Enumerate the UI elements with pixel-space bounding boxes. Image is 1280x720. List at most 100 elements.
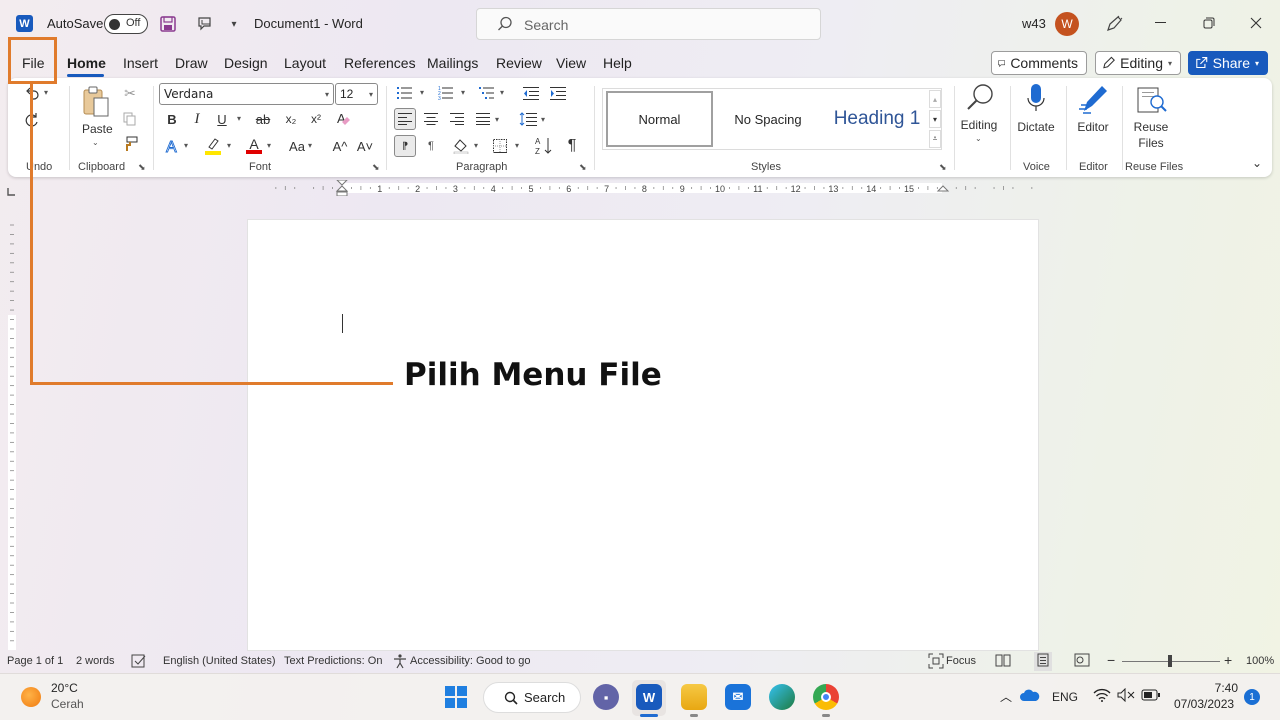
clock-time[interactable]: 7:40 — [1212, 681, 1238, 695]
designer-pen-icon[interactable] — [1102, 12, 1126, 36]
vertical-ruler[interactable] — [8, 220, 16, 650]
italic-button[interactable]: I — [189, 110, 205, 128]
page-count[interactable]: Page 1 of 1 — [7, 655, 63, 667]
microphone-icon[interactable] — [1023, 82, 1049, 116]
clear-formatting-icon[interactable]: A — [334, 110, 354, 128]
weather-description[interactable]: Cerah — [51, 697, 84, 711]
zoom-level[interactable]: 100% — [1246, 655, 1274, 667]
increase-indent-icon[interactable] — [549, 84, 567, 102]
clock-date[interactable]: 07/03/2023 — [1174, 697, 1234, 711]
zoom-out-icon[interactable]: − — [1107, 652, 1115, 668]
strikethrough-button[interactable]: ab — [253, 110, 273, 128]
tab-layout[interactable]: Layout — [284, 55, 326, 71]
tab-references[interactable]: References — [344, 55, 416, 71]
reuse-files-label-1[interactable]: Reuse — [1128, 119, 1174, 135]
paste-icon[interactable] — [80, 84, 112, 120]
tab-mailings[interactable]: Mailings — [427, 55, 478, 71]
font-color-button[interactable]: A — [245, 136, 263, 156]
shading-dropdown-icon[interactable]: ▾ — [474, 141, 478, 150]
file-explorer-icon[interactable] — [681, 684, 707, 710]
input-language[interactable]: ENG — [1052, 690, 1078, 704]
reuse-files-label-2[interactable]: Files — [1128, 135, 1174, 151]
highlight-dropdown-icon[interactable]: ▾ — [227, 141, 231, 150]
shrink-font-button[interactable]: A˅ — [355, 136, 375, 156]
read-mode-icon[interactable] — [995, 653, 1011, 670]
styles-launcher-icon[interactable]: ⬊ — [939, 162, 947, 173]
editing-mode-button[interactable]: Editing ▾ — [1095, 51, 1181, 75]
chrome-browser-icon[interactable] — [813, 684, 839, 710]
cut-icon[interactable]: ✂ — [121, 84, 139, 102]
horizontal-ruler[interactable]: 1 2 3 4 5 6 7 8 9 10 11 12 13 14 15 — [252, 180, 1038, 196]
weather-sun-icon[interactable] — [21, 687, 41, 707]
restore-icon[interactable] — [1198, 12, 1220, 34]
find-magnifier-icon[interactable] — [964, 82, 996, 114]
text-effects-icon[interactable]: A — [164, 136, 182, 156]
editing-dropdown-icon[interactable]: ⌄ — [975, 134, 982, 143]
taskbar-search[interactable]: Search — [483, 682, 581, 713]
subscript-button[interactable]: x₂ — [283, 110, 299, 128]
user-name[interactable]: w43 — [1022, 16, 1046, 31]
show-formatting-marks-icon[interactable]: ¶ — [563, 137, 581, 155]
align-center-button[interactable] — [422, 110, 440, 128]
shading-icon[interactable] — [451, 137, 471, 155]
customize-qat-chevron-icon[interactable]: ▾ — [228, 16, 240, 32]
text-effects-dropdown-icon[interactable]: ▾ — [184, 141, 188, 150]
notification-badge[interactable]: 1 — [1244, 689, 1260, 705]
align-right-button[interactable] — [448, 110, 466, 128]
numbering-icon[interactable]: 123 — [437, 84, 455, 102]
decrease-indent-icon[interactable] — [522, 84, 540, 102]
zoom-in-icon[interactable]: + — [1224, 652, 1232, 668]
grow-font-button[interactable]: A^ — [330, 136, 350, 156]
multilevel-dropdown-icon[interactable]: ▾ — [500, 88, 504, 97]
onedrive-cloud-icon[interactable] — [1020, 688, 1040, 704]
tab-draw[interactable]: Draw — [175, 55, 208, 71]
word-taskbar-icon[interactable]: W — [636, 684, 662, 710]
tab-design[interactable]: Design — [224, 55, 268, 71]
styles-scroll-up-icon[interactable]: ▴ — [929, 90, 941, 108]
style-normal[interactable]: Normal — [606, 91, 713, 147]
multilevel-list-icon[interactable] — [478, 84, 496, 102]
bullets-dropdown-icon[interactable]: ▾ — [420, 88, 424, 97]
underline-dropdown-icon[interactable]: ▾ — [237, 114, 241, 123]
paste-dropdown-icon[interactable]: ⌄ — [92, 138, 99, 147]
borders-icon[interactable] — [491, 137, 509, 155]
battery-icon[interactable] — [1141, 689, 1161, 703]
copy-icon[interactable] — [121, 110, 139, 128]
sort-icon[interactable]: AZ — [534, 135, 554, 157]
weather-temperature[interactable]: 20°C — [51, 681, 78, 695]
print-layout-icon[interactable] — [1034, 652, 1052, 671]
zoom-slider-thumb[interactable] — [1168, 655, 1172, 667]
paste-label[interactable]: Paste — [82, 121, 113, 137]
search-input[interactable]: Search — [476, 8, 821, 40]
accessibility-status[interactable]: Accessibility: Good to go — [410, 655, 530, 667]
styles-more-icon[interactable]: ⩡ — [929, 130, 941, 148]
reuse-files-icon[interactable] — [1136, 84, 1168, 116]
save-icon[interactable] — [158, 14, 178, 34]
editor-label[interactable]: Editor — [1070, 119, 1116, 135]
avatar[interactable]: W — [1055, 12, 1079, 36]
editor-pen-icon[interactable] — [1077, 82, 1109, 116]
ltr-text-direction-button[interactable]: ⁋ — [394, 135, 416, 157]
change-case-button[interactable]: Aa — [286, 136, 308, 156]
tab-view[interactable]: View — [556, 55, 586, 71]
mail-icon[interactable]: ✉ — [725, 684, 751, 710]
superscript-button[interactable]: x² — [308, 110, 324, 128]
font-name-select[interactable]: Verdana ▾ — [159, 83, 334, 105]
tab-review[interactable]: Review — [496, 55, 542, 71]
style-heading-1[interactable]: Heading 1 — [823, 91, 931, 147]
change-case-dropdown-icon[interactable]: ▾ — [308, 141, 312, 150]
tab-help[interactable]: Help — [603, 55, 632, 71]
undo-dropdown-icon[interactable]: ▾ — [44, 88, 48, 97]
underline-button[interactable]: U — [214, 110, 230, 128]
tab-home[interactable]: Home — [67, 55, 106, 71]
collapse-ribbon-chevron-icon[interactable]: ⌄ — [1252, 156, 1262, 170]
tab-selector-icon[interactable] — [7, 184, 17, 196]
wifi-icon[interactable] — [1093, 688, 1111, 704]
show-hidden-icons-chevron-icon[interactable]: ︿ — [1000, 688, 1012, 705]
justify-dropdown-icon[interactable]: ▾ — [495, 115, 499, 124]
style-no-spacing[interactable]: No Spacing — [714, 91, 822, 147]
highlight-icon[interactable] — [204, 136, 222, 156]
rtl-text-direction-button[interactable]: ¶ — [422, 137, 440, 155]
web-layout-icon[interactable] — [1074, 653, 1090, 670]
focus-icon[interactable] — [928, 653, 944, 672]
